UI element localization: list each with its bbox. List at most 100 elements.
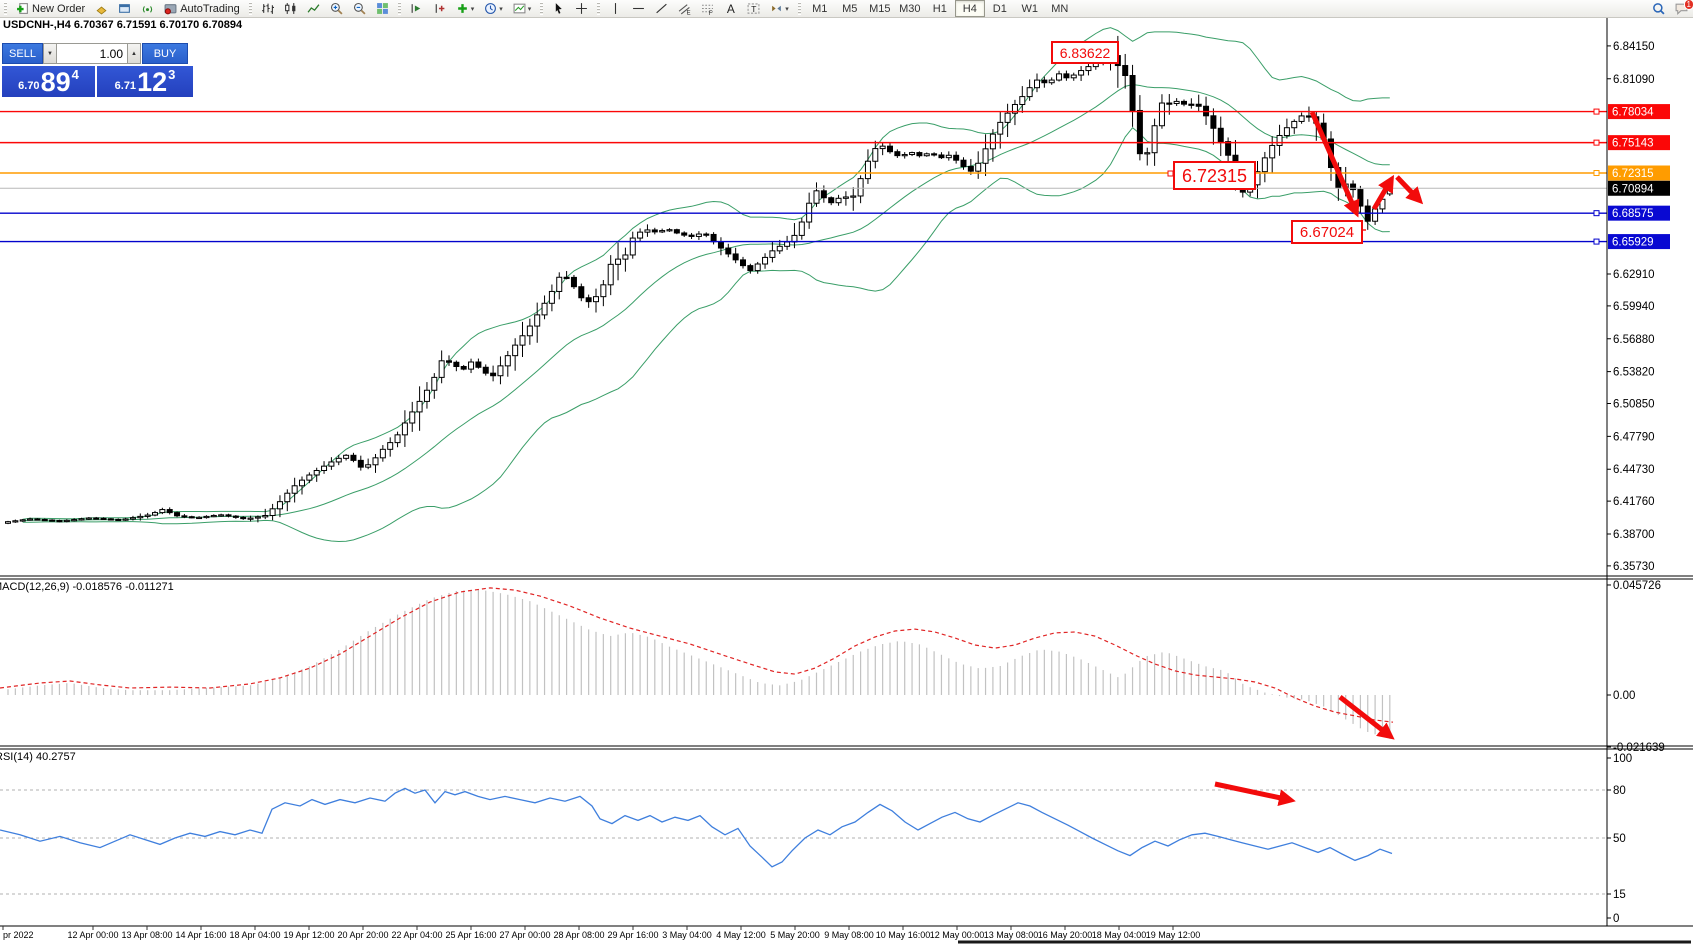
price-axis-tick-label: 6.53820 — [1613, 367, 1655, 379]
rsi-line — [0, 788, 1392, 866]
text-button[interactable]: A — [720, 0, 741, 17]
bars-icon — [261, 2, 274, 15]
sell-button[interactable]: SELL — [2, 43, 43, 64]
price-annotation-low[interactable]: 6.67024 — [1291, 220, 1363, 244]
price-annotation-mid[interactable]: 6.72315 — [1173, 161, 1256, 190]
toolbar-grip — [396, 2, 403, 15]
cursor-button[interactable] — [548, 0, 569, 17]
svg-text:F: F — [709, 11, 713, 15]
svg-text:E: E — [687, 10, 691, 15]
timeframe-button-m30[interactable]: M30 — [895, 0, 925, 17]
time-axis-label: 12 Apr 00:00 — [67, 930, 118, 940]
autotrading-icon — [164, 2, 177, 15]
trendline-button[interactable] — [651, 0, 672, 17]
price-axis-tick-label: 6.35730 — [1613, 561, 1655, 573]
trend-icon — [655, 2, 668, 15]
template-icon — [513, 2, 526, 15]
time-axis-label: pr 2022 — [3, 930, 34, 940]
line-handle[interactable] — [1594, 211, 1599, 216]
timeframe-button-m5[interactable]: M5 — [835, 0, 865, 17]
search-button[interactable] — [1648, 0, 1669, 17]
price-axis-flag-label: 6.72315 — [1612, 168, 1654, 180]
sell-price-display[interactable]: 6.70 89 4 — [2, 66, 95, 97]
sell-price-sup: 4 — [72, 67, 79, 82]
timeframe-button-h4[interactable]: H4 — [955, 0, 985, 17]
time-axis-label: 22 Apr 04:00 — [391, 930, 442, 940]
price-axis-tick-label: 6.81090 — [1613, 74, 1655, 86]
autotrading-button[interactable]: AutoTrading — [160, 0, 244, 17]
time-axis-label: 18 Apr 04:00 — [229, 930, 280, 940]
timeframe-button-d1[interactable]: D1 — [985, 0, 1015, 17]
price-axis-tick-label: 6.84150 — [1613, 41, 1655, 53]
timeframe-button-mn[interactable]: MN — [1045, 0, 1075, 17]
timeframe-button-w1[interactable]: W1 — [1015, 0, 1045, 17]
time-axis-label: 4 May 12:00 — [716, 930, 766, 940]
volume-increase-button[interactable]: ▲ — [127, 43, 141, 64]
fibo-icon: F — [701, 2, 714, 15]
terminal-window-button[interactable] — [114, 0, 135, 17]
line-handle[interactable] — [1594, 239, 1599, 244]
timeframe-button-m15[interactable]: M15 — [865, 0, 895, 17]
channel-button[interactable]: E — [674, 0, 695, 17]
indicators-button[interactable]: ▾ — [452, 0, 479, 17]
price-axis-flag-label: 6.70894 — [1612, 183, 1654, 195]
fibonacci-button[interactable]: F — [697, 0, 718, 17]
trend-arrow-annotation[interactable] — [1215, 784, 1290, 800]
trend-arrow-annotation[interactable] — [1312, 112, 1356, 212]
crosshair-button[interactable] — [571, 0, 592, 17]
macd-axis-label: 0.00 — [1613, 690, 1635, 702]
new-order-button[interactable]: New Order — [12, 0, 89, 17]
label-icon: T — [747, 2, 760, 15]
vertical-line-button[interactable] — [605, 0, 626, 17]
line-handle[interactable] — [1594, 109, 1599, 114]
volume-input[interactable] — [57, 43, 127, 64]
auto-scroll-button[interactable] — [406, 0, 427, 17]
bar-chart-button[interactable] — [257, 0, 278, 17]
time-axis-label: 10 May 16:00 — [876, 930, 931, 940]
volume-decrease-button[interactable]: ▼ — [43, 43, 57, 64]
price-axis-tick-label: 6.38700 — [1613, 529, 1655, 541]
rsi-axis-label: 80 — [1613, 785, 1626, 797]
line-chart-button[interactable] — [303, 0, 324, 17]
arrows-button[interactable]: ▾ — [766, 0, 793, 17]
notifications-button[interactable]: 1 — [1671, 0, 1692, 17]
horizontal-line-button[interactable] — [628, 0, 649, 17]
price-axis-flag-label: 6.75143 — [1612, 138, 1654, 150]
price-axis-flag-label: 6.78034 — [1612, 107, 1654, 119]
price-axis-tick-label: 6.44730 — [1613, 464, 1655, 476]
buy-price-display[interactable]: 6.71 12 3 — [97, 66, 193, 97]
line-handle[interactable] — [1594, 140, 1599, 145]
label-button[interactable]: T — [743, 0, 764, 17]
metaeditor-icon — [95, 2, 108, 15]
chart-canvas[interactable]: 6.780346.751436.723156.708946.685756.659… — [0, 0, 1693, 948]
svg-text:T: T — [751, 4, 757, 14]
new-order-button-label: New Order — [32, 3, 85, 15]
time-axis-label: 27 Apr 00:00 — [499, 930, 550, 940]
zoom-in-button[interactable] — [326, 0, 347, 17]
buy-button[interactable]: BUY — [142, 43, 188, 64]
buy-price-main: 6.71 — [115, 80, 136, 92]
candle-chart-button[interactable] — [280, 0, 301, 17]
periods-button[interactable]: ▾ — [480, 0, 507, 17]
symbol-ohlc-info: USDCNH-,H4 6.70367 6.71591 6.70170 6.708… — [3, 19, 242, 31]
line-handle[interactable] — [1594, 171, 1599, 176]
metaeditor-button[interactable] — [91, 0, 112, 17]
signals-button[interactable] — [137, 0, 158, 17]
timeframe-button-h1[interactable]: H1 — [925, 0, 955, 17]
toolbar-grip — [2, 2, 9, 15]
notification-count-badge: 1 — [1684, 0, 1693, 10]
time-axis-label: 25 Apr 16:00 — [445, 930, 496, 940]
price-annotation-high[interactable]: 6.83622 — [1051, 41, 1119, 64]
tile-windows-button[interactable] — [372, 0, 393, 17]
time-axis-label: 19 May 12:00 — [1146, 930, 1201, 940]
price-axis-tick-label: 6.41760 — [1613, 496, 1655, 508]
chart-shift-button[interactable] — [429, 0, 450, 17]
price-axis-tick-label: 6.62910 — [1613, 269, 1655, 281]
timeframe-button-m1[interactable]: M1 — [805, 0, 835, 17]
templates-button[interactable]: ▾ — [509, 0, 536, 17]
cursor-icon — [552, 2, 565, 15]
candles-icon — [284, 2, 297, 15]
zoom-out-button[interactable] — [349, 0, 370, 17]
signals-icon — [141, 2, 154, 15]
price-axis-flag-label: 6.68575 — [1612, 208, 1654, 220]
